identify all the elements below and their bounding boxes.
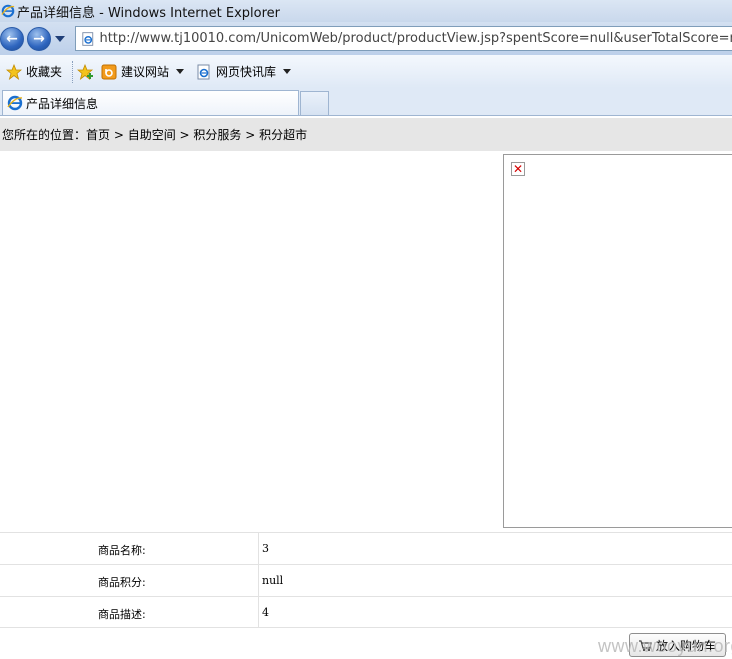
window-title: 产品详细信息 - Windows Internet Explorer <box>17 5 280 21</box>
tab-bar: 产品详细信息 <box>0 88 732 116</box>
address-bar[interactable]: http://www.tj10010.com/UnicomWeb/product… <box>75 26 732 51</box>
table-row: 商品描述: 4 <box>0 596 732 628</box>
navigation-bar: ← → http://www.tj10010.com/UnicomWeb/pro… <box>0 22 732 55</box>
page-ie-icon <box>82 31 94 46</box>
ie-logo-icon <box>7 95 23 111</box>
broken-image-icon: ✕ <box>511 162 525 176</box>
breadcrumb-separator: > <box>175 127 194 142</box>
product-points-label: 商品积分: <box>98 576 146 589</box>
breadcrumb-separator: > <box>241 127 260 142</box>
product-name-label: 商品名称: <box>98 544 146 557</box>
add-to-cart-button[interactable]: 放入购物车 <box>629 633 726 657</box>
product-image: ✕ <box>503 154 732 528</box>
favorites-button[interactable]: 收藏夹 <box>0 63 68 80</box>
new-tab-button[interactable] <box>300 91 329 115</box>
favorites-bar: 收藏夹 建议网站 网页快讯库 <box>0 55 732 88</box>
star-icon <box>6 63 22 80</box>
product-details-table: 商品名称: 3 商品积分: null 商品描述: 4 <box>0 532 732 628</box>
table-row: 商品名称: 3 <box>0 532 732 564</box>
breadcrumb-item-points-service[interactable]: 积分服务 <box>193 126 241 143</box>
product-description-value: 4 <box>262 606 269 619</box>
chevron-down-icon <box>283 69 292 74</box>
add-favorite-icon[interactable] <box>77 63 95 80</box>
product-name-value: 3 <box>262 542 269 555</box>
suggested-sites-icon <box>101 64 117 79</box>
column-divider <box>258 533 259 564</box>
arrow-right-icon: → <box>33 30 45 47</box>
web-slice-gallery-label: 网页快讯库 <box>216 65 277 79</box>
breadcrumb-item-self-service[interactable]: 自助空间 <box>128 126 176 143</box>
product-description-label: 商品描述: <box>98 608 146 621</box>
suggested-sites-button[interactable]: 建议网站 <box>95 63 190 80</box>
recent-pages-dropdown-icon[interactable] <box>55 35 65 42</box>
back-button[interactable]: ← <box>0 26 24 51</box>
page-ie-icon <box>197 64 210 79</box>
breadcrumb-separator: > <box>110 127 128 142</box>
breadcrumb-item-points-market[interactable]: 积分超市 <box>259 126 307 143</box>
column-divider <box>258 597 259 627</box>
favorites-label: 收藏夹 <box>26 65 63 79</box>
forward-button[interactable]: → <box>27 26 51 51</box>
breadcrumb-item-home[interactable]: 首页 <box>86 126 110 143</box>
breadcrumb-prefix: 您所在的位置： <box>2 128 87 142</box>
column-divider <box>258 565 259 596</box>
arrow-left-icon: ← <box>6 30 18 47</box>
suggested-sites-label: 建议网站 <box>121 65 170 79</box>
web-slice-gallery-button[interactable]: 网页快讯库 <box>190 63 297 80</box>
window-titlebar: 产品详细信息 - Windows Internet Explorer <box>0 0 732 22</box>
table-row: 商品积分: null <box>0 564 732 596</box>
breadcrumb: 您所在的位置： 首页 > 自助空间 > 积分服务 > 积分超市 <box>0 118 732 151</box>
shopping-cart-icon <box>639 639 652 651</box>
tab-product-details[interactable]: 产品详细信息 <box>2 90 299 115</box>
product-points-value: null <box>262 574 284 587</box>
tab-label: 产品详细信息 <box>26 96 99 111</box>
add-to-cart-label: 放入购物车 <box>656 638 717 653</box>
ie-logo-icon <box>1 4 15 18</box>
chevron-down-icon <box>176 69 185 74</box>
toolbar-separator <box>72 60 74 83</box>
url-text[interactable]: http://www.tj10010.com/UnicomWeb/product… <box>99 31 732 46</box>
